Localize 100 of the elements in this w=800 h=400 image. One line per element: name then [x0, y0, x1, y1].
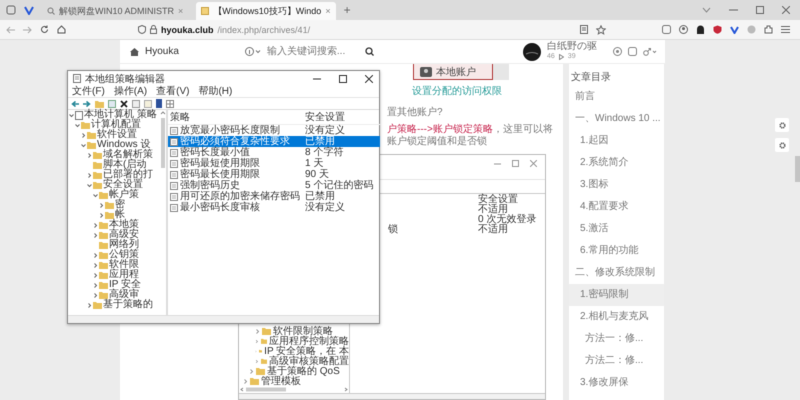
list-icon[interactable]	[108, 100, 116, 108]
chevron-right-icon[interactable]	[99, 202, 104, 208]
policy-row[interactable]: 密码必须符合复杂性要求 已禁用	[168, 136, 380, 147]
settings-button[interactable]	[775, 118, 789, 132]
policy-row[interactable]: 用可还原的加密来储存密码 已禁用	[168, 191, 380, 202]
toc-link[interactable]: 6.常用的功能	[569, 240, 664, 262]
toc-link[interactable]: 2.系统简介	[569, 152, 664, 174]
tree-item[interactable]: 软件限制策略	[239, 326, 349, 336]
toc-link[interactable]: 1.起因	[569, 130, 664, 152]
tree-item[interactable]: 帐	[68, 210, 160, 220]
maximize-icon[interactable]	[339, 74, 347, 82]
circle-icon[interactable]	[613, 47, 622, 56]
chevron-down-icon[interactable]	[81, 142, 86, 148]
chevron-right-icon[interactable]	[93, 222, 98, 228]
chevron-right-icon[interactable]	[81, 132, 86, 138]
chevron-right-icon[interactable]	[249, 368, 254, 374]
tree-item[interactable]: 管理模板	[239, 376, 349, 386]
grid-icon[interactable]	[166, 100, 174, 108]
chevron-logo-icon[interactable]	[24, 6, 34, 14]
new-tab-button[interactable]: +	[344, 3, 351, 17]
menu-item[interactable]: 操作(A)	[114, 86, 148, 97]
tree-item[interactable]: IP 安全策略，在 本	[239, 346, 349, 356]
home-icon[interactable]	[57, 25, 66, 34]
policy-row[interactable]: 密码长度最小值 8 个字符	[168, 147, 380, 158]
policy-row[interactable]: 最小密码长度审核 没有定义	[168, 202, 380, 213]
star-icon[interactable]	[596, 24, 606, 34]
toc-link[interactable]: 5.激活	[569, 218, 664, 240]
menu-item[interactable]: 帮助(H)	[198, 86, 232, 97]
menu-icon[interactable]	[781, 26, 790, 33]
toc-link[interactable]: 3.图标	[569, 174, 664, 196]
toc-link[interactable]: 一、Windows 10 ...	[569, 108, 664, 130]
policy-row[interactable]: 强制密码历史 5 个记住的密码	[168, 180, 380, 191]
menu-item[interactable]: 查看(V)	[156, 86, 190, 97]
lock-icon[interactable]	[150, 25, 157, 34]
policy-row[interactable]: 密码最短使用期限 1 天	[168, 158, 380, 169]
minimize-icon[interactable]	[313, 78, 321, 80]
tree-item[interactable]: 软件设置	[68, 130, 160, 140]
scrollbar[interactable]	[795, 156, 800, 182]
male-dropdown-icon[interactable]	[643, 47, 657, 56]
chevron-right-icon[interactable]	[255, 358, 259, 364]
chevron-right-icon[interactable]	[87, 152, 92, 158]
toc-link[interactable]: 二、修改系统限制	[569, 262, 664, 284]
tree-item[interactable]: 已部署的打	[68, 170, 160, 180]
column-header[interactable]: 安全设置	[305, 112, 380, 124]
tree-item[interactable]: 应用程序控制策略	[239, 336, 349, 346]
tree-item[interactable]: 脚本(启动	[68, 160, 160, 170]
avatar[interactable]	[523, 42, 541, 60]
pocket-icon[interactable]	[662, 25, 671, 34]
home-icon[interactable]	[130, 48, 139, 56]
account-icon[interactable]	[679, 25, 688, 34]
chevron-right-icon[interactable]	[93, 292, 98, 298]
toc-link[interactable]: 方法一：修...	[569, 328, 664, 350]
chevron-right-icon[interactable]	[93, 262, 98, 268]
chevron-right-icon[interactable]	[255, 338, 259, 344]
chevron-right-icon[interactable]	[87, 172, 92, 178]
ghost-icon[interactable]	[696, 25, 705, 34]
toc-link[interactable]: 前言	[569, 86, 664, 108]
back-icon[interactable]	[71, 100, 79, 108]
browser-tab[interactable]: 【Windows10技巧】Windo ×	[196, 2, 336, 20]
shield-icon[interactable]	[138, 25, 146, 34]
tree-item[interactable]: 密	[68, 200, 160, 210]
chevron-right-icon[interactable]	[93, 252, 98, 258]
tree-item[interactable]: 本地策	[68, 220, 160, 230]
chevron-down-icon[interactable]	[75, 122, 80, 128]
shield-icon[interactable]	[713, 25, 722, 34]
tree-item[interactable]: 应用程	[68, 270, 160, 280]
tree-item[interactable]: 基于策略的 QoS	[239, 366, 349, 376]
tree-item[interactable]: 软件限	[68, 260, 160, 270]
tree-item[interactable]: 公钥策	[68, 250, 160, 260]
tree-item[interactable]: 安全设置	[68, 180, 160, 190]
chevron-right-icon[interactable]	[243, 378, 248, 384]
reader-icon[interactable]	[580, 25, 588, 34]
close-icon[interactable]	[365, 74, 373, 82]
scrollbar[interactable]	[240, 387, 348, 392]
tree-item[interactable]: 基于策略的	[68, 300, 160, 310]
tree-item[interactable]: 高级审	[68, 290, 160, 300]
chevron-right-icon[interactable]	[99, 212, 104, 218]
tree-item[interactable]: 高级安	[68, 230, 160, 240]
policy-row[interactable]: 放宽最小密码长度限制 没有定义	[168, 125, 380, 136]
user-name[interactable]: 白纸野の驱	[547, 42, 597, 52]
workspaces-icon[interactable]	[6, 5, 16, 15]
delete-icon[interactable]	[120, 100, 128, 108]
browser-tab[interactable]: 解锁网盘WIN10 ADMINISTR ×	[42, 2, 188, 20]
chevron-right-icon[interactable]	[93, 282, 98, 288]
chevron-right-icon[interactable]	[93, 232, 98, 238]
tree-item[interactable]: 本地计算机 策略	[68, 110, 160, 120]
column-header[interactable]: 策略	[168, 112, 305, 124]
info-dropdown-icon[interactable]	[244, 47, 261, 56]
chevron-right-icon[interactable]	[87, 302, 92, 308]
settings-button[interactable]	[775, 138, 789, 152]
forward-icon[interactable]	[83, 100, 91, 108]
extensions-icon[interactable]	[764, 25, 773, 34]
toc-link[interactable]: 3.修改屏保	[569, 372, 664, 394]
chevron-down-icon[interactable]	[702, 7, 711, 13]
chevron-down-icon[interactable]	[93, 192, 98, 198]
tree-item[interactable]: 高级审核策略配置	[239, 356, 349, 366]
reload-icon[interactable]	[40, 25, 49, 34]
properties-icon[interactable]	[132, 100, 140, 108]
search-icon[interactable]	[364, 47, 374, 56]
chevron-down-icon[interactable]	[87, 182, 92, 188]
